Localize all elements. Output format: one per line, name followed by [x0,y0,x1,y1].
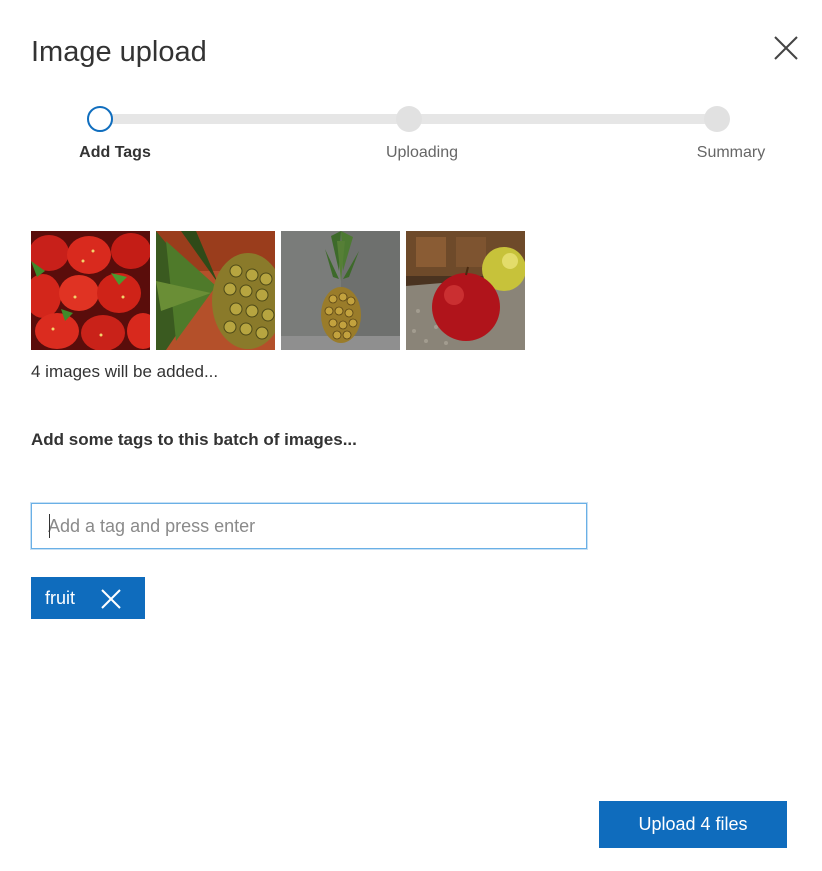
close-icon [101,589,121,609]
dialog-title: Image upload [31,36,207,68]
tag-input[interactable] [31,503,587,549]
close-icon [774,36,798,60]
step-label-add-tags: Add Tags [79,144,151,161]
thumbnail-strawberries [31,231,150,350]
image-upload-dialog: Image upload Add Tags Uploading Summary [0,0,822,871]
thumbnail-apples [406,231,525,350]
step-indicator-summary [704,106,730,132]
image-count-text: 4 images will be added... [31,362,219,381]
close-button[interactable] [768,30,804,66]
tag-chip-label: fruit [45,587,76,608]
progress-stepper: Add Tags Uploading Summary [0,100,822,170]
upload-button[interactable]: Upload 4 files [599,801,787,848]
thumbnail-pineapple-closeup [156,231,275,350]
text-caret [49,514,50,538]
tag-chip-remove-button[interactable] [99,587,123,611]
tags-heading: Add some tags to this batch of images... [31,430,357,449]
thumbnail-pineapple [281,231,400,350]
step-indicator-uploading [396,106,422,132]
tag-chip-fruit: fruit [31,577,145,619]
step-label-uploading: Uploading [385,144,459,161]
step-indicator-add-tags [87,106,113,132]
image-thumbnails [31,231,525,350]
step-label-summary: Summary [696,144,766,161]
